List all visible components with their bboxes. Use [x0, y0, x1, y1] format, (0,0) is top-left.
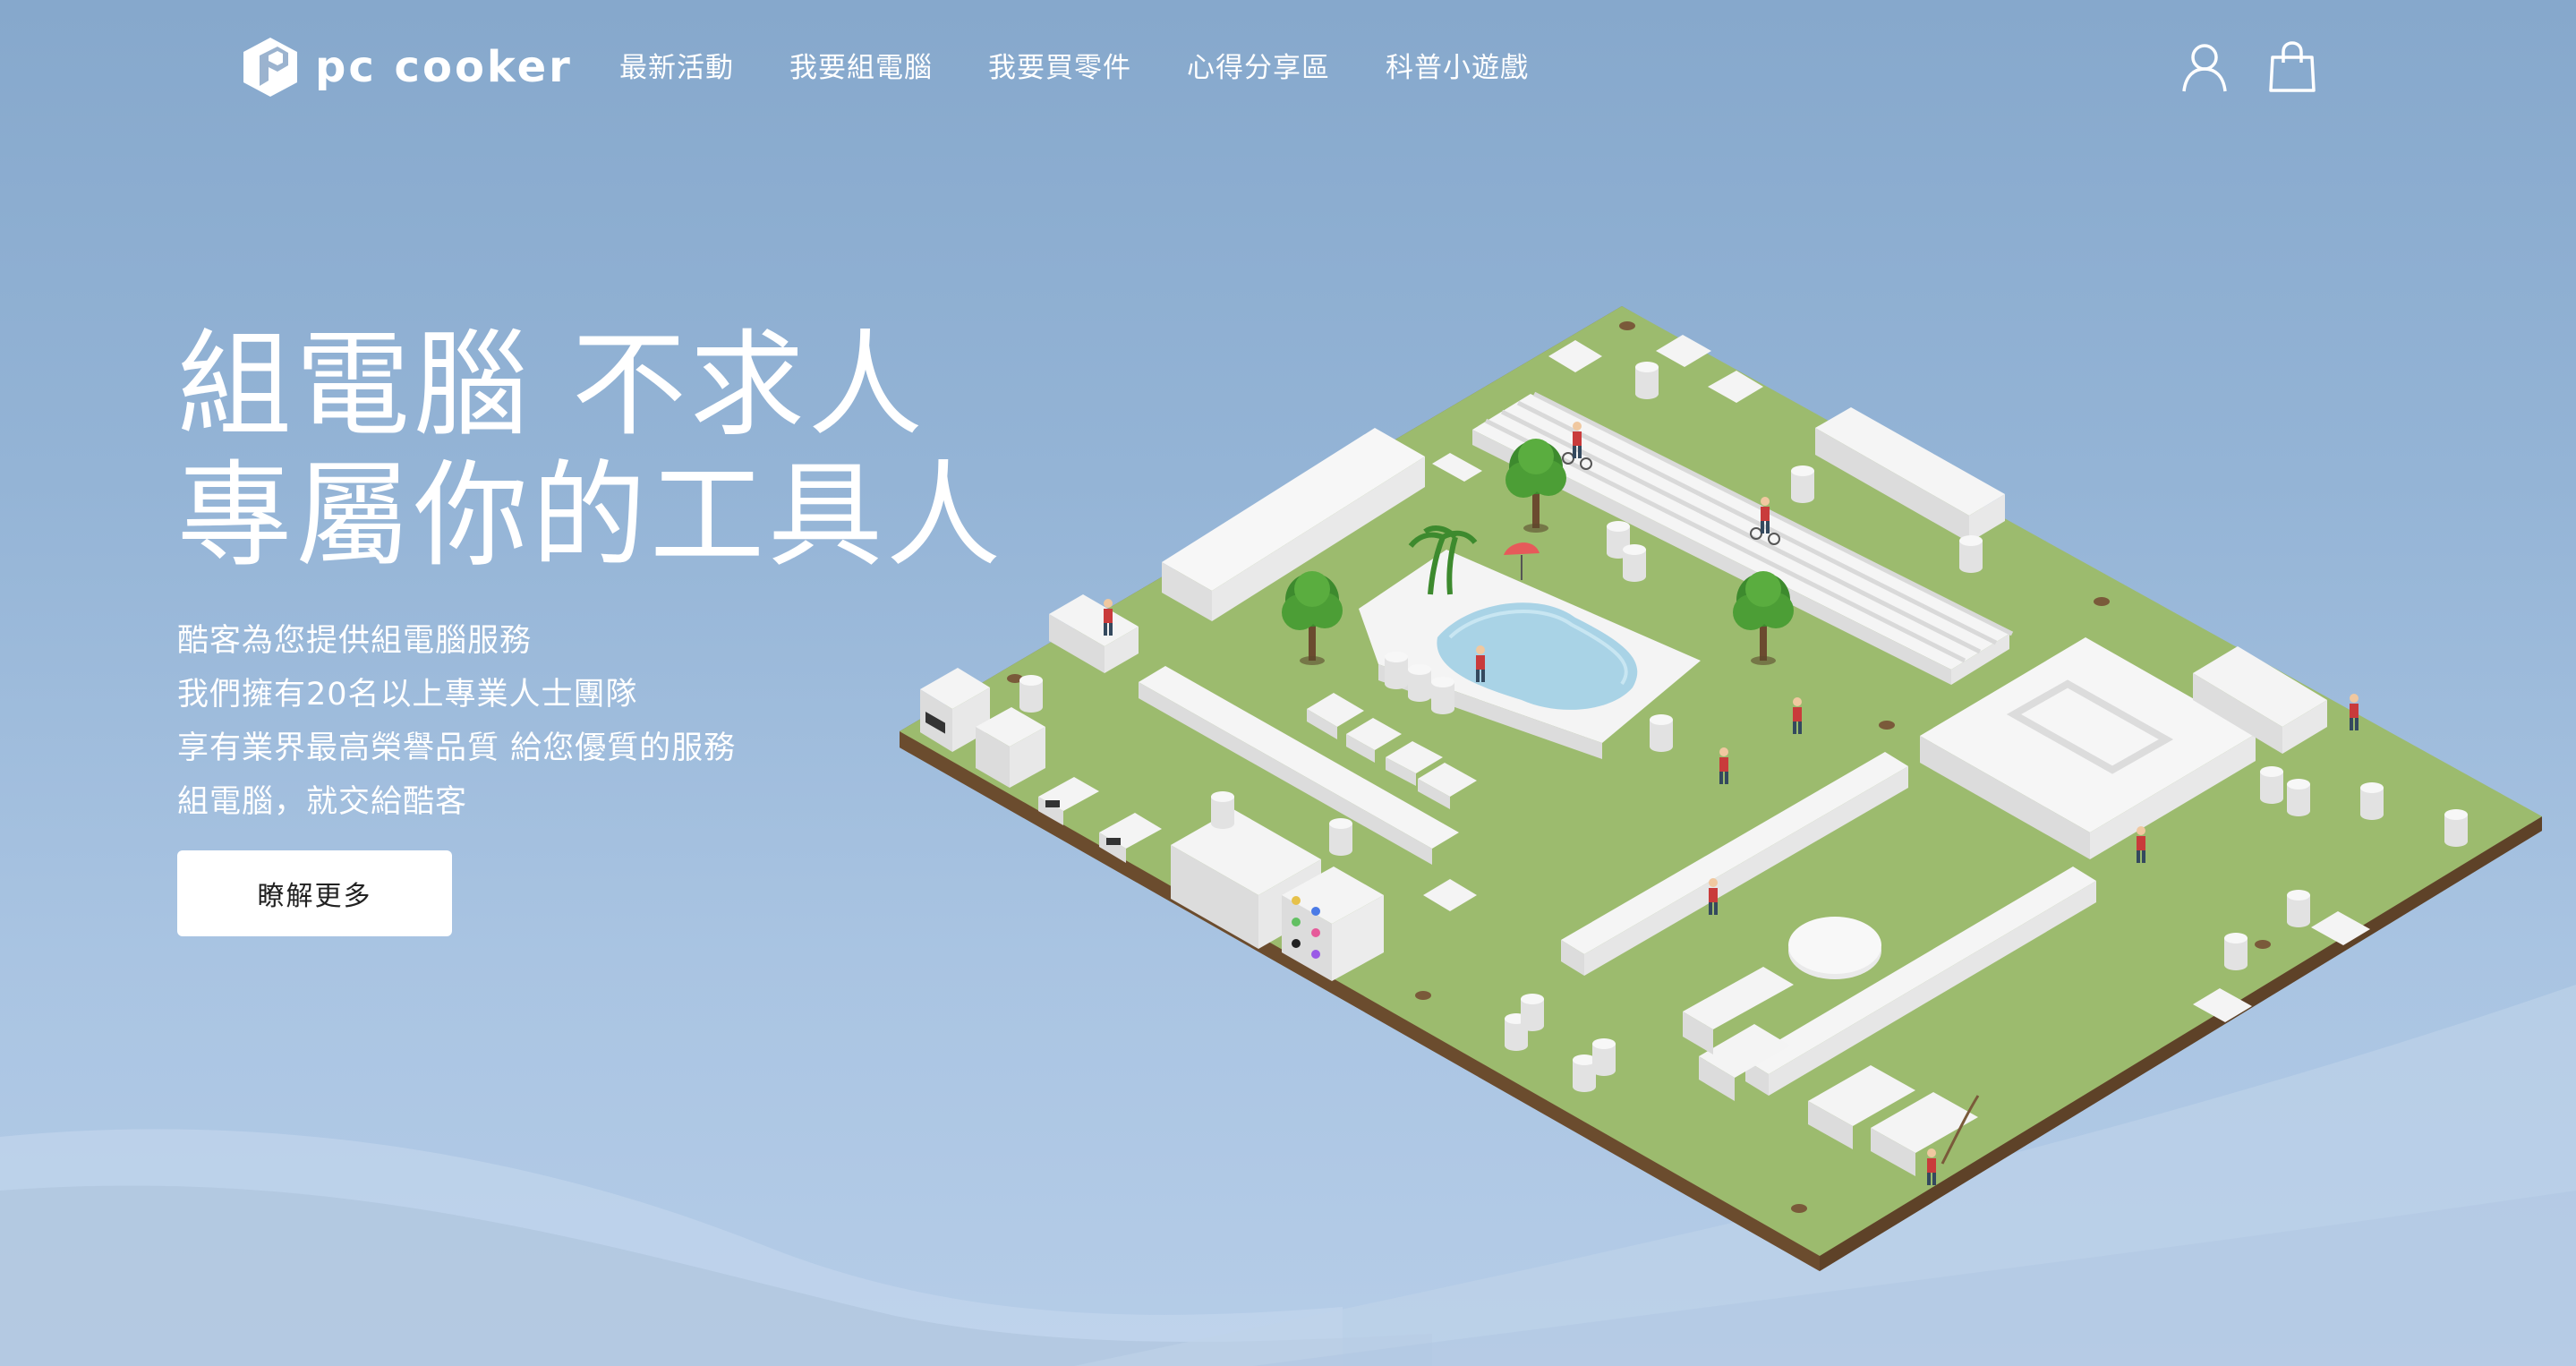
motherboard-city-illustration	[900, 306, 2542, 1271]
